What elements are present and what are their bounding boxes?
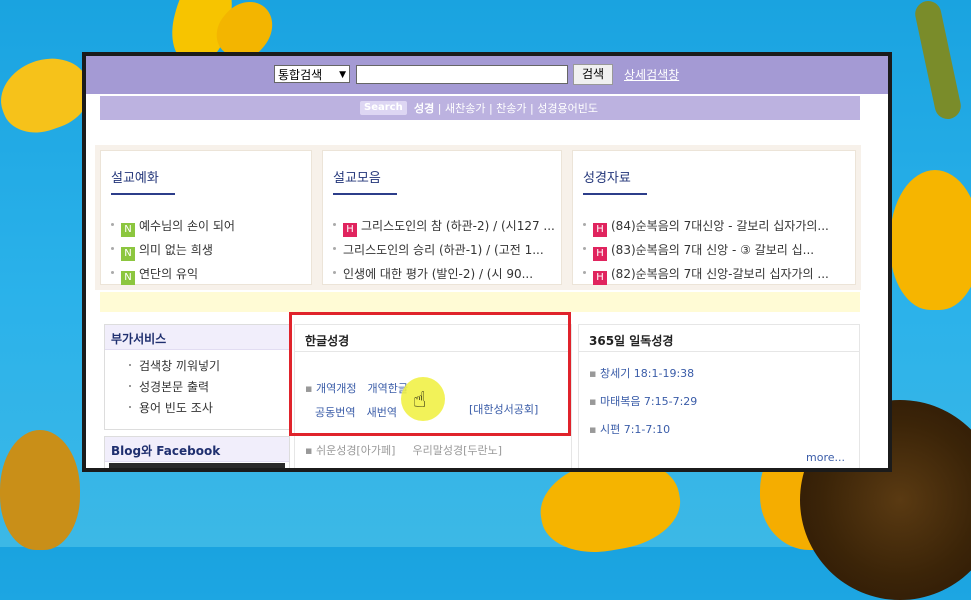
search-input[interactable] — [356, 65, 568, 84]
subnav-links: 성경 | 새찬송가 | 찬송가 | 성경용어빈도 — [414, 100, 598, 116]
version-link-easy[interactable]: 쉬운성경[아가페] — [316, 444, 395, 457]
version-link-our-words[interactable]: 우리말성경[두란노] — [412, 444, 502, 457]
search-bar: 통합검색 ▼ 검색 상세검색창 — [86, 56, 888, 94]
new-badge: N — [121, 271, 135, 285]
bible-version-row: ▪ 쉬운성경[아가페] 우리말성경[두란노] — [305, 439, 502, 458]
reading-link[interactable]: 창세기 18:1-19:38 — [600, 367, 694, 380]
card-title[interactable]: 설교예화 — [111, 167, 159, 186]
extra-services-list: 검색창 끼워넣기 성경본문 출력 용어 빈도 조사 — [129, 357, 220, 420]
list-item-text: (83)순복음의 7대 신앙 - ③ 갈보리 십... — [611, 243, 815, 257]
list-item-text: 그리스도인의 참 (하관-2) / (시127 ... — [361, 219, 555, 233]
card-title[interactable]: 성경자료 — [583, 167, 631, 186]
service-embed-search[interactable]: 검색창 끼워넣기 — [129, 357, 220, 378]
panel-title: 부가서비스 — [111, 332, 167, 346]
list-item[interactable]: H (82)순복음의 7대 신앙-갈보리 십자가의 ... — [583, 265, 851, 289]
bullet: ▪ — [305, 444, 316, 457]
subnav-hymns[interactable]: 찬송가 — [496, 102, 526, 115]
subnav-new-hymns[interactable]: 새찬송가 — [445, 102, 485, 115]
new-badge: N — [121, 247, 135, 261]
list-item[interactable]: ▪ 시편 7:1-7:10 — [589, 421, 697, 449]
card-title[interactable]: 설교모음 — [333, 167, 381, 186]
blog-thumbnail[interactable] — [109, 463, 285, 468]
daily-reading-panel: 365일 일독성경 ▪ 창세기 18:1-19:38 ▪ 마태복음 7:15-7… — [578, 324, 860, 468]
hot-badge: H — [593, 247, 607, 261]
subnav-bible[interactable]: 성경 — [414, 102, 434, 115]
extra-services-panel: 부가서비스 검색창 끼워넣기 성경본문 출력 용어 빈도 조사 — [104, 324, 290, 430]
list-item[interactable]: H (84)순복음의 7대신앙 - 갈보리 십자가의... — [583, 217, 851, 241]
daily-reading-list: ▪ 창세기 18:1-19:38 ▪ 마태복음 7:15-7:29 ▪ 시편 7… — [589, 365, 697, 449]
list-item[interactable]: ▪ 창세기 18:1-19:38 — [589, 365, 697, 393]
service-print-text[interactable]: 성경본문 출력 — [129, 378, 220, 399]
blog-facebook-panel: Blog와 Facebook — [104, 436, 290, 468]
card-underline — [333, 193, 397, 195]
new-badge: N — [121, 223, 135, 237]
browser-window: 통합검색 ▼ 검색 상세검색창 Search 성경 | 새찬송가 | 찬송가 |… — [82, 52, 892, 472]
hot-badge: H — [593, 271, 607, 285]
hot-badge: H — [343, 223, 357, 237]
search-scope-select[interactable]: 통합검색 ▼ — [274, 65, 350, 83]
bullet: ▪ — [589, 423, 600, 436]
list-item-text: 연단의 유익 — [139, 267, 199, 281]
subnav-term-frequency[interactable]: 성경용어빈도 — [537, 102, 598, 115]
panel-divider — [579, 351, 859, 352]
hot-badge: H — [593, 223, 607, 237]
list-item-text: 그리스도인의 승리 (하관-1) / (고전 1... — [343, 243, 544, 257]
list-item[interactable]: N 의미 없는 희생 — [111, 241, 235, 265]
list-item-text: (84)순복음의 7대신앙 - 갈보리 십자가의... — [611, 219, 829, 233]
card-underline — [111, 193, 175, 195]
list-item[interactable]: N 예수님의 손이 되어 — [111, 217, 235, 241]
service-term-frequency[interactable]: 용어 빈도 조사 — [129, 399, 220, 420]
list-item-text: 의미 없는 희생 — [139, 243, 213, 257]
list-item[interactable]: 인생에 대한 평가 (발인-2) / (시 90... — [333, 265, 555, 289]
list-item-text: (82)순복음의 7대 신앙-갈보리 십자가의 ... — [611, 267, 829, 281]
bullet: ▪ — [589, 395, 600, 408]
search-button[interactable]: 검색 — [573, 64, 613, 85]
panel-title: Blog와 Facebook — [111, 444, 221, 458]
panel-title: 365일 일독성경 — [589, 334, 674, 348]
list-item[interactable]: ▪ 마태복음 7:15-7:29 — [589, 393, 697, 421]
sermon-collection-card: 설교모음 H 그리스도인의 참 (하관-2) / (시127 ... 그리스도인의… — [322, 150, 562, 285]
sub-navigation: Search 성경 | 새찬송가 | 찬송가 | 성경용어빈도 — [100, 96, 860, 120]
chevron-down-icon: ▼ — [339, 70, 346, 80]
notice-bar — [100, 292, 860, 312]
bullet: ▪ — [589, 367, 600, 380]
more-link[interactable]: more... — [806, 451, 845, 464]
panel-header: 부가서비스 — [105, 325, 289, 350]
card-underline — [583, 193, 647, 195]
panel-header: Blog와 Facebook — [105, 437, 289, 462]
list-item[interactable]: H 그리스도인의 참 (하관-2) / (시127 ... — [333, 217, 555, 241]
bible-resources-card: 성경자료 H (84)순복음의 7대신앙 - 갈보리 십자가의... H (83)순… — [572, 150, 856, 285]
hand-cursor-icon: ☝ — [413, 388, 427, 413]
list-item[interactable]: N 연단의 유익 — [111, 265, 235, 289]
list-item-text: 예수님의 손이 되어 — [139, 219, 235, 233]
reading-link[interactable]: 마태복음 7:15-7:29 — [600, 395, 697, 408]
advanced-search-link[interactable]: 상세검색창 — [624, 66, 679, 83]
search-scope-value: 통합검색 — [278, 68, 323, 82]
sermon-illustration-card: 설교예화 N 예수님의 손이 되어 N 의미 없는 희생 N 연단의 유익 — [100, 150, 312, 285]
list-item-text: 인생에 대한 평가 (발인-2) / (시 90... — [343, 267, 534, 281]
divider: | — [437, 102, 445, 115]
list-item[interactable]: 그리스도인의 승리 (하관-1) / (고전 1... — [333, 241, 555, 265]
reading-link[interactable]: 시편 7:1-7:10 — [600, 423, 670, 436]
search-badge: Search — [360, 101, 407, 115]
list-item[interactable]: H (83)순복음의 7대 신앙 - ③ 갈보리 십... — [583, 241, 851, 265]
